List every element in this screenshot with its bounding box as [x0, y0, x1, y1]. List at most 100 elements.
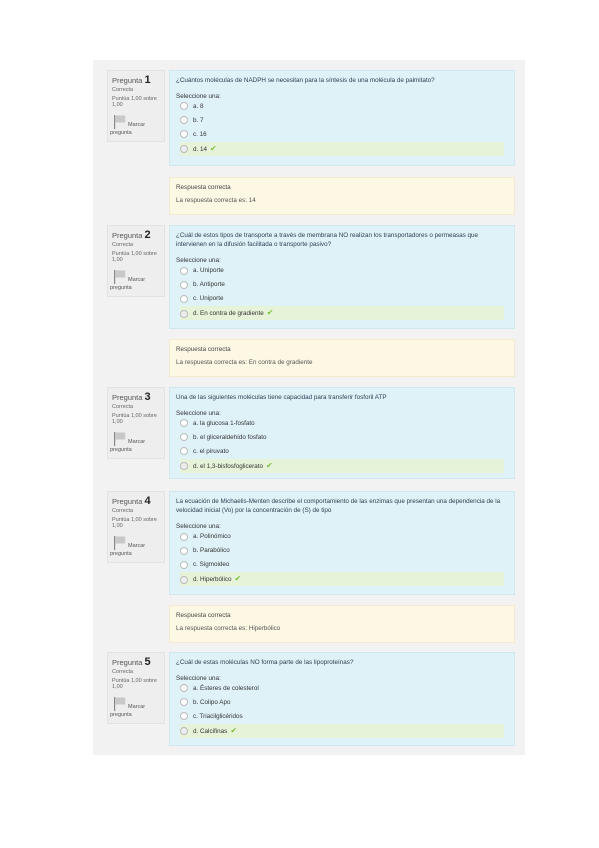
question-number: Pregunta 5 — [112, 656, 151, 668]
question-info: Pregunta 4 Correcta Puntúa 1,00 sobre 1,0… — [107, 491, 165, 563]
answer-option[interactable]: a. 8 — [180, 100, 508, 114]
radio-button[interactable] — [180, 280, 188, 289]
flag-question-button[interactable]: Marcar pregunta — [110, 696, 160, 719]
radio-button[interactable] — [180, 546, 188, 555]
question-grade: Puntúa 1,00 sobre 1,00 — [112, 678, 157, 691]
question-number: Pregunta 3 — [112, 391, 151, 403]
answer-option[interactable]: c. 16 — [180, 128, 508, 142]
feedback-text: La respuesta correcta es: En contra de g… — [176, 359, 313, 366]
flag-question-button[interactable]: Marcar pregunta — [110, 269, 160, 292]
feedback-title: Respuesta correcta — [176, 184, 231, 191]
checkmark-icon: ✔ — [230, 726, 238, 736]
answer-option-selected[interactable]: d. el 1,3-bisfosfoglicerato ✔ — [180, 459, 504, 474]
answer-prompt: Seleccione una: — [176, 257, 221, 265]
radio-button[interactable] — [180, 462, 188, 471]
question-info: Pregunta 3 Correcta Puntúa 1,00 sobre 1,0… — [107, 387, 165, 459]
question-content: ¿Cuál de estas moléculas NO forma parte … — [169, 652, 515, 746]
answer-option-selected[interactable]: d. Hiperbólico ✔ — [180, 572, 504, 587]
checkmark-icon: ✔ — [266, 308, 274, 318]
quiz-review-sheet: Pregunta 1 Correcta Puntúa 1,00 sobre 1,0… — [93, 60, 525, 755]
radio-button[interactable] — [180, 116, 188, 125]
radio-button[interactable] — [180, 102, 188, 111]
question-text: Una de las siguientes moléculas tiene ca… — [176, 394, 387, 401]
question-grade: Puntúa 1,00 sobre 1,00 — [112, 517, 157, 530]
checkmark-icon: ✔ — [210, 144, 217, 154]
question-state: Correcta — [112, 669, 134, 675]
answer-option[interactable]: b. Colipo Apo — [180, 696, 508, 710]
question-text: ¿Cuántos moléculas de NADPH se necesitan… — [176, 77, 435, 84]
answer-option[interactable]: a. Polinómico — [180, 530, 508, 544]
question-number: Pregunta 4 — [112, 495, 151, 507]
question-content: ¿Cuál de estos tipos de transporte a tra… — [169, 225, 515, 329]
question-state: Correcta — [112, 87, 134, 93]
answer-option[interactable]: c. el piruvato — [180, 445, 508, 459]
radio-button[interactable] — [180, 532, 188, 541]
radio-button[interactable] — [180, 294, 188, 303]
flag-question-button[interactable]: Marcar pregunta — [110, 535, 160, 558]
question-content: Una de las siguientes moléculas tiene ca… — [169, 387, 515, 479]
answer-option[interactable]: a. Uniporte — [180, 264, 508, 278]
answer-prompt: Seleccione una: — [176, 523, 221, 531]
question-text: ¿Cuál de estas moléculas NO forma parte … — [176, 659, 354, 666]
answer-prompt: Seleccione una: — [176, 93, 221, 101]
checkmark-icon: ✔ — [266, 461, 273, 471]
answer-option[interactable]: c. Uniporte — [180, 292, 508, 306]
radio-button[interactable] — [180, 727, 188, 736]
question-text: La ecuación de Michaelis-Menten describe… — [176, 498, 501, 515]
question-info: Pregunta 5 Correcta Puntúa 1,00 sobre 1,0… — [107, 652, 165, 724]
radio-button[interactable] — [180, 419, 188, 428]
question-state: Correcta — [112, 508, 134, 514]
radio-button[interactable] — [180, 684, 188, 693]
question-number: Pregunta 1 — [112, 74, 151, 86]
radio-button[interactable] — [180, 447, 188, 456]
question-grade: Puntúa 1,00 sobre 1,00 — [112, 251, 157, 264]
flag-icon — [114, 114, 126, 129]
feedback-text: La respuesta correcta es: 14 — [176, 197, 256, 204]
answer-option-selected[interactable]: d. 14 ✔ — [180, 142, 504, 157]
question-grade: Puntúa 1,00 sobre 1,00 — [112, 96, 157, 109]
radio-button[interactable] — [180, 560, 188, 569]
radio-button[interactable] — [180, 130, 188, 139]
question-grade: Puntúa 1,00 sobre 1,00 — [112, 413, 157, 426]
feedback-box: Respuesta correcta La respuesta correcta… — [169, 605, 515, 643]
flag-icon — [114, 535, 126, 550]
feedback-text: La respuesta correcta es: Hiperbólico — [176, 625, 281, 632]
flag-question-button[interactable]: Marcar pregunta — [110, 431, 160, 454]
answer-prompt: Seleccione una: — [176, 410, 221, 418]
answer-option-selected[interactable]: d. Calcifinas ✔ — [180, 724, 504, 739]
flag-question-button[interactable]: Marcar pregunta — [110, 114, 160, 137]
question-content: ¿Cuántos moléculas de NADPH se necesitan… — [169, 70, 515, 166]
radio-button[interactable] — [180, 433, 188, 442]
radio-button[interactable] — [180, 575, 188, 584]
answer-option[interactable]: b. Parabólico — [180, 544, 508, 558]
answer-option[interactable]: a. Ésteres de colesterol — [180, 682, 508, 696]
question-content: La ecuación de Michaelis-Menten describe… — [169, 491, 515, 595]
flag-icon — [114, 431, 126, 446]
feedback-box: Respuesta correcta La respuesta correcta… — [169, 177, 515, 215]
answer-prompt: Seleccione una: — [176, 675, 221, 683]
radio-button[interactable] — [180, 266, 188, 275]
radio-button[interactable] — [180, 309, 188, 318]
answer-option[interactable]: b. 7 — [180, 114, 508, 128]
question-text: ¿Cuál de estos tipos de transporte a tra… — [176, 232, 479, 249]
flag-icon — [114, 269, 126, 284]
answer-option[interactable]: c. Sigmoideo — [180, 558, 508, 572]
flag-icon — [114, 696, 126, 711]
checkmark-icon: ✔ — [234, 574, 242, 584]
answer-option[interactable]: b. el gliceraldehído fosfato — [180, 431, 508, 445]
question-info: Pregunta 2 Correcta Puntúa 1,00 sobre 1,0… — [107, 225, 165, 297]
question-state: Correcta — [112, 404, 134, 410]
answer-option[interactable]: a. la glucosa 1-fosfato — [180, 417, 508, 431]
feedback-box: Respuesta correcta La respuesta correcta… — [169, 339, 515, 377]
radio-button[interactable] — [180, 712, 188, 721]
question-number: Pregunta 2 — [112, 229, 151, 241]
question-state: Correcta — [112, 242, 134, 248]
answer-option[interactable]: c. Triacilglicéridos — [180, 710, 508, 724]
radio-button[interactable] — [180, 145, 188, 154]
answer-option[interactable]: b. Antiporte — [180, 278, 508, 292]
feedback-title: Respuesta correcta — [176, 612, 231, 619]
radio-button[interactable] — [180, 698, 188, 707]
question-info: Pregunta 1 Correcta Puntúa 1,00 sobre 1,0… — [107, 70, 165, 142]
answer-option-selected[interactable]: d. En contra de gradiente ✔ — [180, 306, 504, 321]
feedback-title: Respuesta correcta — [176, 346, 231, 353]
